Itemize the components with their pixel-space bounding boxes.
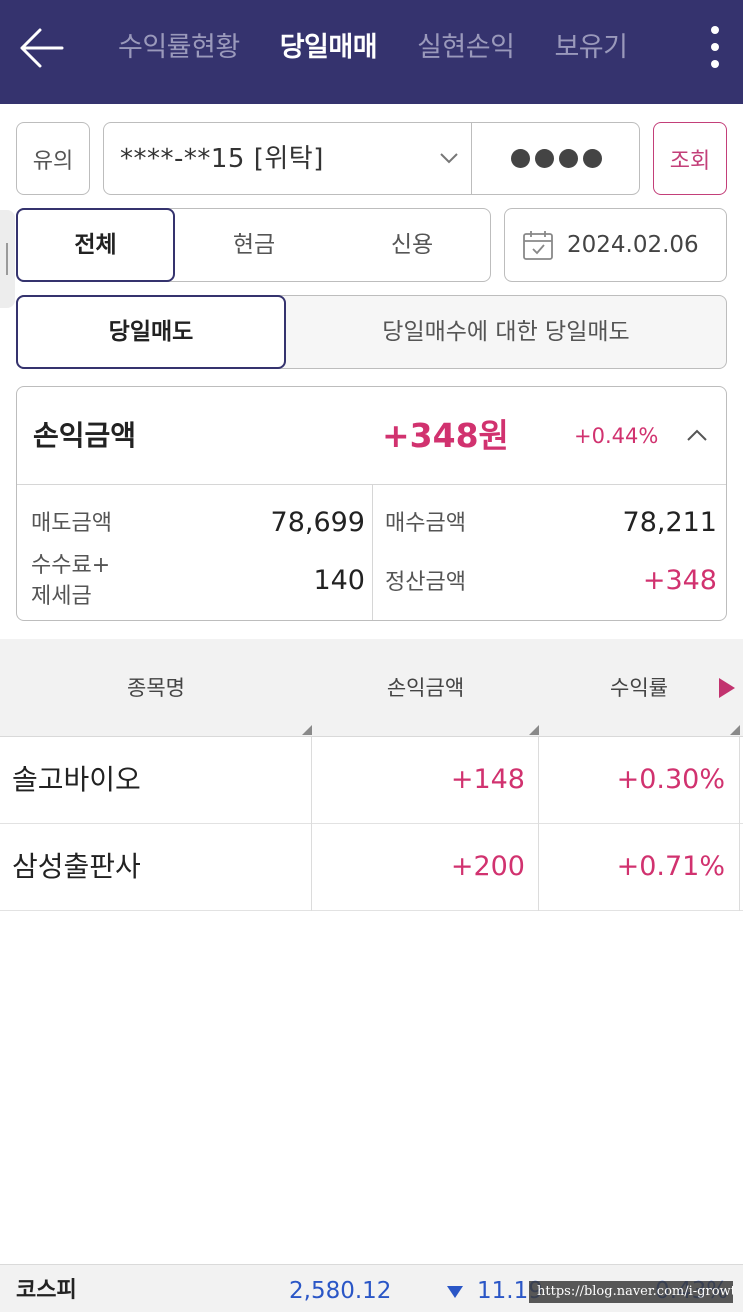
column-divider	[311, 737, 312, 911]
stock-pl: +200	[450, 851, 525, 882]
more-menu-icon[interactable]	[705, 24, 725, 72]
segment-day-buy-sell[interactable]: 당일매수에 대한 당일매도	[286, 296, 726, 368]
fee-tax-label: 수수료+	[31, 553, 111, 578]
resize-handle[interactable]	[529, 725, 539, 735]
resize-handle[interactable]	[302, 725, 312, 735]
stock-name: 삼성출판사	[12, 850, 141, 883]
stock-return-rate: +0.30%	[616, 764, 725, 795]
segment-credit[interactable]: 신용	[333, 209, 491, 281]
column-divider	[739, 737, 740, 911]
segment-day-sell[interactable]: 당일매도	[16, 295, 286, 369]
tab-day-trading[interactable]: 당일매매	[280, 26, 378, 70]
password-field[interactable]	[472, 123, 640, 194]
buy-amount-label: 매수금액	[385, 511, 466, 536]
fee-tax-value: 140	[313, 565, 365, 596]
stock-pl: +148	[450, 764, 525, 795]
fee-tax-label: 제세금	[31, 584, 92, 609]
tab-bar: 수익률현황 당일매매 실현손익 보유기	[118, 26, 667, 70]
account-select[interactable]: ****-**15 [위탁]	[103, 122, 640, 195]
table-header: 종목명 손익금액 수익률	[0, 639, 743, 737]
chevron-up-icon[interactable]	[685, 425, 709, 445]
column-divider	[538, 737, 539, 911]
pl-rate: +0.44%	[574, 424, 659, 448]
index-value: 2,580.12	[289, 1278, 392, 1304]
back-arrow-icon[interactable]	[16, 24, 68, 72]
chevron-down-icon	[440, 153, 458, 164]
notice-button[interactable]: 유의	[16, 122, 90, 195]
watermark: https://blog.naver.com/i-growth	[529, 1281, 733, 1303]
pl-summary-card: 손익금액 +348원 +0.44% 매도금액 78,699 매수금액 78,21…	[16, 386, 727, 621]
password-dot	[558, 149, 578, 168]
tab-return-status[interactable]: 수익률현황	[118, 26, 240, 70]
trade-type-segment: 당일매도 당일매수에 대한 당일매도	[16, 295, 727, 369]
date-value: 2024.02.06	[567, 232, 699, 258]
account-number: ****-**15 [위탁]	[120, 144, 324, 174]
top-navigation-bar: 수익률현황 당일매매 실현손익 보유기	[0, 0, 743, 104]
query-button[interactable]: 조회	[653, 122, 727, 195]
pl-label: 손익금액	[33, 419, 137, 452]
sell-amount-value: 78,699	[270, 507, 365, 538]
password-dot	[534, 149, 554, 168]
down-triangle-icon	[447, 1286, 463, 1298]
calendar-icon	[523, 231, 553, 260]
date-picker[interactable]: 2024.02.06	[504, 208, 727, 282]
column-header-pl[interactable]: 손익금액	[312, 639, 539, 737]
index-name: 코스피	[16, 1278, 77, 1303]
divider	[372, 485, 373, 620]
resize-handle[interactable]	[730, 725, 740, 735]
pl-amount: +348원	[382, 416, 509, 455]
column-header-stock-name[interactable]: 종목명	[0, 639, 312, 737]
password-dot	[582, 149, 602, 168]
table-row[interactable]: 솔고바이오 +148 +0.30%	[0, 737, 743, 824]
stock-return-rate: +0.71%	[616, 851, 725, 882]
sell-amount-label: 매도금액	[31, 511, 112, 536]
buy-amount-value: 78,211	[622, 507, 717, 538]
next-columns-arrow-icon[interactable]	[719, 678, 735, 698]
tab-realized-pl[interactable]: 실현손익	[417, 26, 515, 70]
password-dot	[510, 149, 530, 168]
table-row[interactable]: 삼성출판사 +200 +0.71%	[0, 824, 743, 911]
settlement-label: 정산금액	[385, 570, 466, 595]
tab-holding-period[interactable]: 보유기	[554, 26, 628, 70]
side-drawer-handle[interactable]	[0, 210, 15, 308]
segment-all[interactable]: 전체	[16, 208, 175, 282]
settlement-value: +348	[642, 565, 717, 596]
stock-name: 솔고바이오	[12, 763, 141, 796]
segment-cash[interactable]: 현금	[175, 209, 333, 281]
account-type-segment: 전체 현금 신용	[16, 208, 491, 282]
column-header-return-rate[interactable]: 수익률	[539, 639, 739, 737]
